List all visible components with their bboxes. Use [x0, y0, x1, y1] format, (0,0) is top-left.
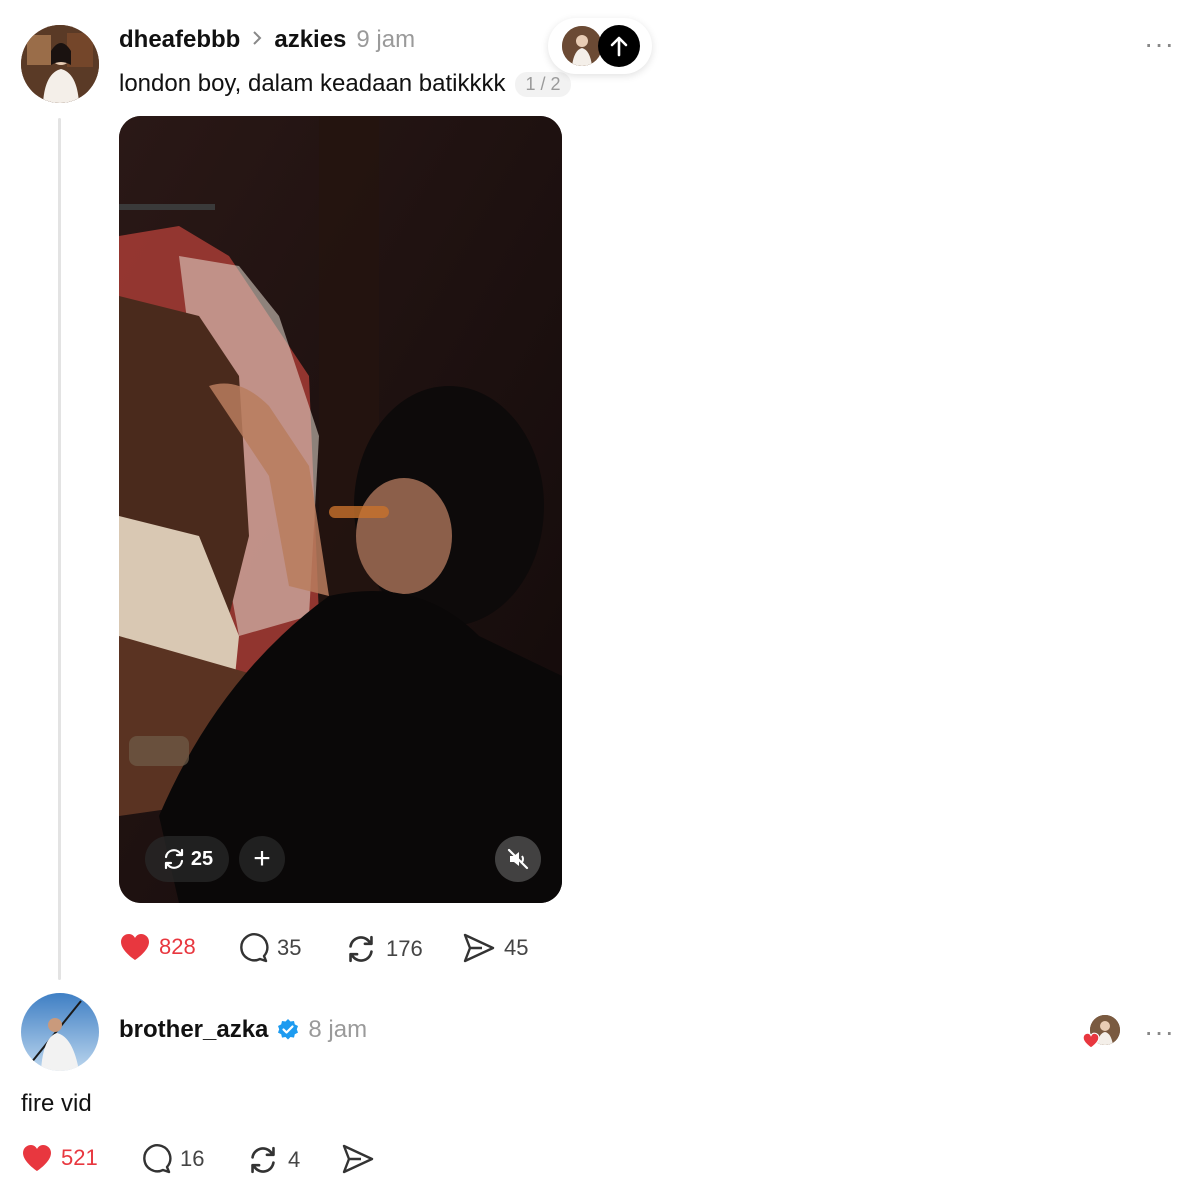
mute-button[interactable]: [495, 836, 541, 882]
mini-avatar: [562, 26, 602, 66]
verified-badge-icon: [278, 1019, 299, 1040]
post-like-count: 828: [159, 934, 196, 959]
arrow-up-icon[interactable]: [598, 25, 640, 67]
post-comment-button[interactable]: 35: [237, 932, 301, 964]
reply-like-button[interactable]: 521: [21, 1143, 98, 1173]
replying-to-name[interactable]: azkies: [274, 26, 346, 54]
post-time: 9 jam: [356, 26, 416, 53]
mute-icon: [507, 848, 529, 870]
thread-line: [58, 118, 61, 980]
repost-icon: [251, 1146, 275, 1174]
reply-more-icon[interactable]: ···: [1144, 1018, 1175, 1046]
reply-comment-count: 16: [180, 1146, 205, 1171]
send-icon: [463, 933, 495, 963]
reply-comment-button[interactable]: 16: [140, 1143, 204, 1175]
post-author-avatar[interactable]: [21, 25, 99, 103]
post-share-button[interactable]: 45: [462, 932, 528, 964]
post-author-name[interactable]: dheafebbb: [119, 26, 240, 54]
chevron-right-icon: [250, 27, 264, 53]
send-icon: [342, 1144, 374, 1174]
post-header: dheafebbb azkies 9 jam: [119, 26, 415, 54]
post-caption-row: london boy, dalam keadaan batikkkk 1 / 2: [119, 70, 571, 98]
reply-time: 8 jam: [308, 1016, 368, 1043]
post-caption: london boy, dalam keadaan batikkkk: [119, 70, 506, 97]
post-repost-count: 176: [386, 936, 423, 961]
reply-share-button[interactable]: [341, 1143, 375, 1175]
floating-scroll-top[interactable]: [548, 18, 652, 74]
video-add-button[interactable]: +: [239, 836, 285, 882]
post-share-count: 45: [504, 935, 529, 960]
reply-repost-button[interactable]: 4: [246, 1143, 300, 1177]
post-comment-count: 35: [277, 935, 302, 960]
reply-repost-count: 4: [288, 1147, 301, 1172]
reply-author-name[interactable]: brother_azka: [119, 1016, 268, 1044]
video-repost-count: 25: [190, 847, 214, 870]
post-more-icon[interactable]: ···: [1144, 30, 1175, 58]
reply-author-avatar[interactable]: [21, 993, 99, 1071]
plus-icon: +: [253, 842, 271, 875]
post-video[interactable]: 25 +: [119, 116, 562, 903]
repost-icon: [349, 935, 373, 963]
video-repost-pill[interactable]: 25: [145, 836, 229, 882]
reply-text: fire vid: [21, 1090, 92, 1117]
heart-badge-icon: [1082, 1032, 1100, 1054]
video-frame: [119, 116, 562, 903]
repost-icon: [164, 848, 183, 870]
reply-header: brother_azka 8 jam: [119, 1016, 367, 1044]
reply-like-count: 521: [61, 1145, 98, 1170]
media-pager: 1 / 2: [515, 71, 571, 97]
post-like-button[interactable]: 828: [119, 932, 196, 962]
heart-filled-icon: [121, 934, 149, 960]
comment-icon: [143, 1144, 172, 1174]
heart-filled-icon: [23, 1145, 51, 1171]
post-repost-button[interactable]: 176: [344, 932, 423, 966]
comment-icon: [240, 933, 269, 963]
